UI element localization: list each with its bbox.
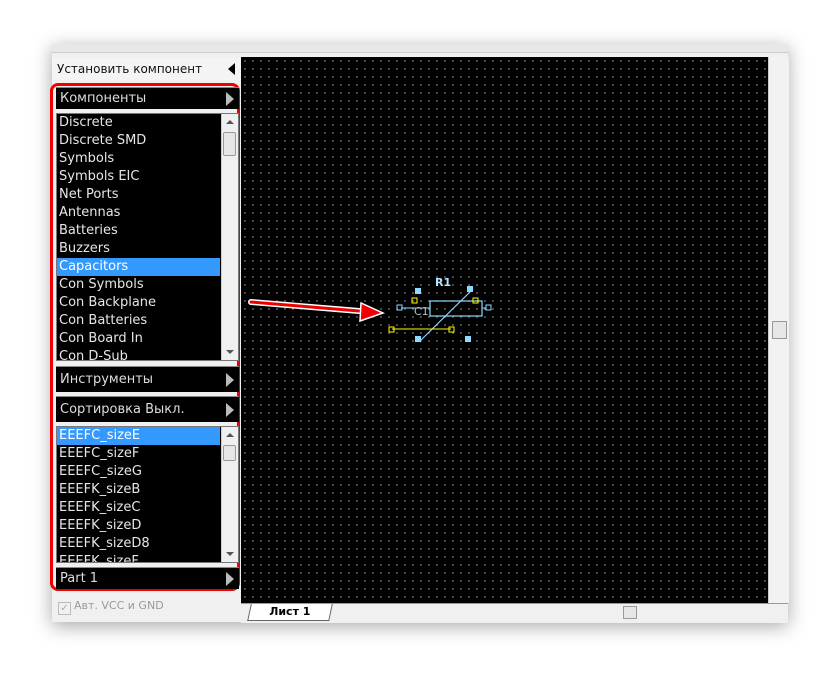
schematic-canvas[interactable]: R1 C1 (241, 57, 768, 603)
scroll-down-icon[interactable] (226, 350, 234, 354)
scroll-up-icon[interactable] (226, 433, 234, 437)
sheet-tab[interactable]: Лист 1 (247, 604, 333, 621)
tools-label: Инструменты (60, 372, 154, 387)
part-list[interactable]: EEEFC_sizeE EEEFC_sizeF EEEFC_sizeG EEEFK_s… (56, 426, 239, 563)
list-item[interactable]: Buzzers (57, 240, 220, 258)
list-item[interactable]: Con Symbols (57, 276, 220, 294)
sheet-tabs-bar: Лист 1 (241, 603, 788, 623)
sort-label: Сортировка Выкл. (60, 402, 185, 417)
list-item[interactable]: EEEFK_sizeD8 (57, 535, 220, 553)
list-item[interactable]: EEEFC_sizeF (57, 445, 220, 463)
library-list[interactable]: Discrete Discrete SMD Symbols Symbols EIC Ne… (56, 113, 239, 361)
scroll-thumb[interactable] (772, 321, 787, 339)
list-item[interactable]: EEEFK_sizeD (57, 517, 220, 535)
scroll-thumb[interactable] (223, 132, 236, 156)
scroll-up-icon[interactable] (226, 120, 234, 124)
list-item[interactable]: Con Batteries (57, 312, 220, 330)
expand-arrow-icon (226, 402, 234, 417)
scroll-thumb[interactable] (223, 445, 236, 461)
library-list-scrollbar[interactable] (221, 114, 238, 360)
horizontal-scrollbar[interactable] (503, 606, 768, 620)
scroll-down-icon[interactable] (226, 552, 234, 556)
expand-arrow-icon (226, 91, 234, 106)
list-item[interactable]: EEEFC_sizeE (57, 427, 220, 445)
list-item[interactable]: EEEFK_sizeC (57, 499, 220, 517)
list-item[interactable]: Net Ports (57, 186, 220, 204)
list-item[interactable]: Con Board In (57, 330, 220, 348)
list-item[interactable]: EEEFK_sizeB (57, 481, 220, 499)
list-item[interactable]: EEEFC_sizeG (57, 463, 220, 481)
part-list-scrollbar[interactable] (221, 427, 238, 562)
list-item[interactable]: Symbols (57, 150, 220, 168)
list-item[interactable]: Batteries (57, 222, 220, 240)
list-item[interactable]: Discrete SMD (57, 132, 220, 150)
scroll-thumb[interactable] (623, 606, 637, 619)
list-item[interactable]: Con Backplane (57, 294, 220, 312)
auto-vcc-checkbox[interactable]: ✓ Авт. VCC и GND (58, 599, 164, 615)
list-item[interactable]: Capacitors (57, 258, 220, 276)
list-item[interactable]: EEEFK_sizeF (57, 553, 220, 562)
annotation-arrow (248, 299, 386, 323)
capacitor-component[interactable]: R1 C1 (388, 276, 492, 342)
sheet-tab-label: Лист 1 (269, 605, 311, 618)
expand-arrow-icon (226, 571, 234, 586)
ref-label-r1: R1 (435, 276, 451, 289)
auto-vcc-label: Авт. VCC и GND (74, 599, 164, 612)
panel-header[interactable]: Установить компонент (52, 58, 241, 80)
components-label: Компоненты (60, 91, 147, 106)
expand-arrow-icon (226, 372, 234, 387)
tools-dropdown[interactable]: Инструменты (56, 366, 239, 392)
list-item[interactable]: Antennas (57, 204, 220, 222)
vertical-scrollbar[interactable] (768, 57, 789, 603)
ref-label-c1: C1 (414, 305, 429, 318)
list-item[interactable]: Symbols EIC (57, 168, 220, 186)
toolbar-strip (52, 44, 788, 53)
list-item[interactable]: Discrete (57, 114, 220, 132)
checkmark-icon: ✓ (58, 602, 71, 615)
part-dropdown[interactable]: Part 1 (56, 567, 239, 589)
collapse-arrow-icon[interactable] (228, 63, 235, 75)
panel-title: Установить компонент (57, 62, 203, 76)
components-dropdown[interactable]: Компоненты (56, 87, 239, 109)
annotation-highlight: Компоненты Discrete Discrete SMD Symbols Sy… (50, 83, 240, 591)
list-item[interactable]: Con D-Sub (57, 348, 220, 360)
sort-dropdown[interactable]: Сортировка Выкл. (56, 396, 239, 422)
part-label: Part 1 (60, 571, 99, 586)
schematic-overlay: R1 C1 (248, 276, 492, 342)
application-window: Установить компонент Компоненты Discrete… (50, 44, 789, 623)
